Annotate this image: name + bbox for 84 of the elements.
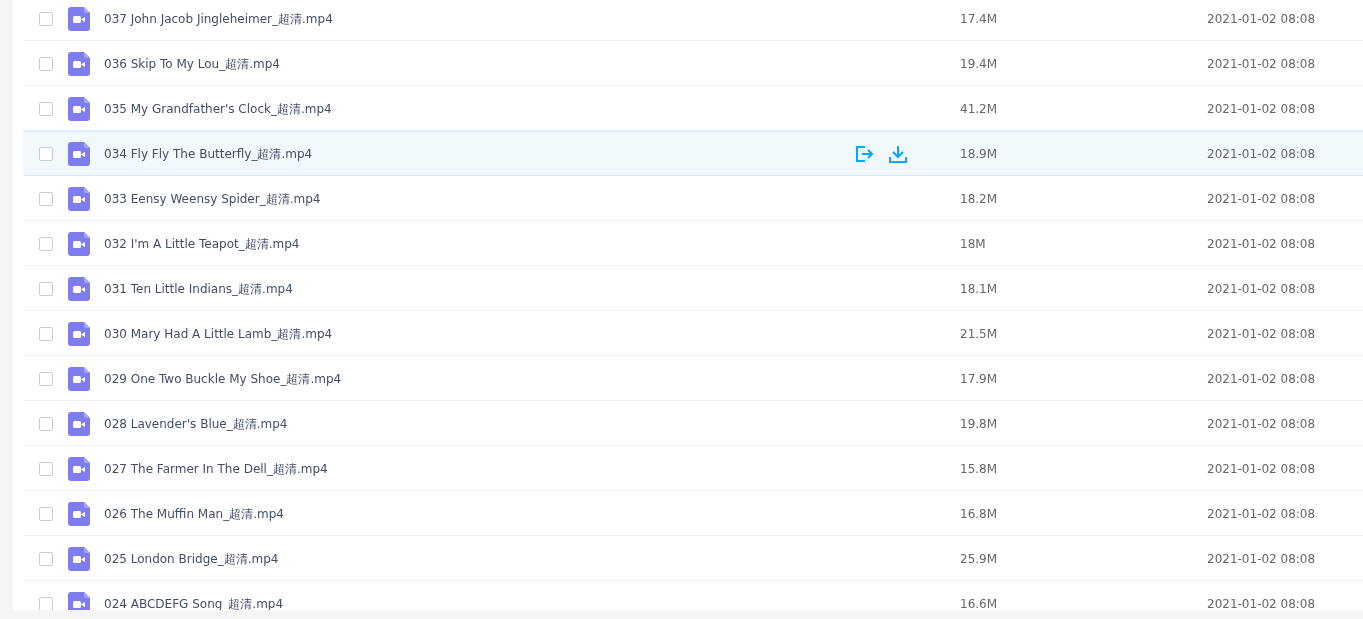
- file-size: 21.5M: [960, 325, 999, 343]
- file-name[interactable]: 034 Fly Fly The Butterfly_超清.mp4: [104, 144, 854, 163]
- file-size: 18.9M: [960, 145, 999, 163]
- video-file-icon: [68, 186, 90, 211]
- video-file-icon: [68, 321, 90, 346]
- checkbox[interactable]: [39, 191, 53, 206]
- file-size: 16.8M: [960, 505, 999, 523]
- file-row[interactable]: 025 London Bridge_超清.mp4 25.9M 2021-01-02 08:08: [23, 536, 1363, 581]
- checkbox[interactable]: [39, 56, 53, 71]
- file-row[interactable]: 033 Eensy Weensy Spider_超清.mp4 18.2M 2021-01-02 08:08: [23, 176, 1363, 221]
- checkbox[interactable]: [39, 506, 53, 521]
- video-file-icon: [68, 501, 90, 526]
- file-row[interactable]: 034 Fly Fly The Butterfly_超清.mp4 18.9M 2021-01-02 08:08: [23, 131, 1363, 176]
- file-name[interactable]: 026 The Muffin Man_超清.mp4: [104, 504, 854, 523]
- video-file-icon: [68, 546, 90, 571]
- file-row[interactable]: 030 Mary Had A Little Lamb_超清.mp4 21.5M 2021-01-02 08:08: [23, 311, 1363, 356]
- file-size: 15.8M: [960, 460, 999, 478]
- file-name[interactable]: 028 Lavender's Blue_超清.mp4: [104, 414, 854, 433]
- checkbox[interactable]: [39, 281, 53, 296]
- checkbox[interactable]: [39, 416, 53, 431]
- file-row[interactable]: 036 Skip To My Lou_超清.mp4 19.4M 2021-01-02 08:08: [23, 41, 1363, 86]
- modified-date: 2021-01-02 08:08: [1207, 235, 1316, 253]
- modified-date: 2021-01-02 08:08: [1207, 55, 1316, 73]
- video-file-icon: [68, 456, 90, 481]
- file-size: 18.2M: [960, 190, 999, 208]
- file-size: 18.1M: [960, 280, 999, 298]
- file-size: 18M: [960, 235, 987, 253]
- checkbox[interactable]: [39, 461, 53, 476]
- modified-date: 2021-01-02 08:08: [1207, 595, 1316, 610]
- modified-date: 2021-01-02 08:08: [1207, 100, 1316, 118]
- checkbox[interactable]: [39, 236, 53, 251]
- file-size: 25.9M: [960, 550, 999, 568]
- file-size: 17.4M: [960, 10, 999, 28]
- video-file-icon: [68, 51, 90, 76]
- modified-date: 2021-01-02 08:08: [1207, 550, 1316, 568]
- modified-date: 2021-01-02 08:08: [1207, 280, 1316, 298]
- checkbox[interactable]: [39, 551, 53, 566]
- file-row[interactable]: 026 The Muffin Man_超清.mp4 16.8M 2021-01-02 08:08: [23, 491, 1363, 536]
- modified-date: 2021-01-02 08:08: [1207, 10, 1316, 28]
- file-row[interactable]: 024 ABCDEFG Song_超清.mp4 16.6M 2021-01-02 08:08: [23, 581, 1363, 610]
- file-row[interactable]: 032 I'm A Little Teapot_超清.mp4 18M 2021-01-02 08:08: [23, 221, 1363, 266]
- file-size: 41.2M: [960, 100, 999, 118]
- file-size: 19.8M: [960, 415, 999, 433]
- modified-date: 2021-01-02 08:08: [1207, 370, 1316, 388]
- video-file-icon: [68, 411, 90, 436]
- checkbox[interactable]: [39, 11, 53, 26]
- modified-date: 2021-01-02 08:08: [1207, 460, 1316, 478]
- file-row[interactable]: 027 The Farmer In The Dell_超清.mp4 15.8M 2021-01-02 08:08: [23, 446, 1363, 491]
- file-name[interactable]: 031 Ten Little Indians_超清.mp4: [104, 279, 854, 298]
- video-file-icon: [68, 141, 90, 166]
- video-file-icon: [68, 231, 90, 256]
- video-file-icon: [68, 276, 90, 301]
- modified-date: 2021-01-02 08:08: [1207, 145, 1316, 163]
- file-name[interactable]: 029 One Two Buckle My Shoe_超清.mp4: [104, 369, 854, 388]
- share-icon[interactable]: [854, 143, 874, 164]
- file-name[interactable]: 032 I'm A Little Teapot_超清.mp4: [104, 234, 854, 253]
- file-row[interactable]: 037 John Jacob Jingleheimer_超清.mp4 17.4M 2021-01-02 08:08: [23, 0, 1363, 41]
- modified-date: 2021-01-02 08:08: [1207, 415, 1316, 433]
- file-name[interactable]: 030 Mary Had A Little Lamb_超清.mp4: [104, 324, 854, 343]
- file-name[interactable]: 033 Eensy Weensy Spider_超清.mp4: [104, 189, 854, 208]
- file-row[interactable]: 029 One Two Buckle My Shoe_超清.mp4 17.9M 2021-01-02 08:08: [23, 356, 1363, 401]
- video-file-icon: [68, 366, 90, 391]
- checkbox[interactable]: [39, 146, 53, 161]
- file-name[interactable]: 035 My Grandfather's Clock_超清.mp4: [104, 99, 854, 118]
- modified-date: 2021-01-02 08:08: [1207, 505, 1316, 523]
- video-file-icon: [68, 6, 90, 31]
- file-name[interactable]: 024 ABCDEFG Song_超清.mp4: [104, 594, 854, 610]
- checkbox[interactable]: [39, 101, 53, 116]
- file-name[interactable]: 025 London Bridge_超清.mp4: [104, 549, 854, 568]
- modified-date: 2021-01-02 08:08: [1207, 325, 1316, 343]
- download-icon[interactable]: [888, 143, 908, 164]
- file-row[interactable]: 031 Ten Little Indians_超清.mp4 18.1M 2021-01-02 08:08: [23, 266, 1363, 311]
- video-file-icon: [68, 96, 90, 121]
- checkbox[interactable]: [39, 326, 53, 341]
- file-name[interactable]: 037 John Jacob Jingleheimer_超清.mp4: [104, 9, 854, 28]
- checkbox[interactable]: [39, 371, 53, 386]
- file-size: 16.6M: [960, 595, 999, 610]
- modified-date: 2021-01-02 08:08: [1207, 190, 1316, 208]
- file-size: 19.4M: [960, 55, 999, 73]
- file-size: 17.9M: [960, 370, 999, 388]
- file-name[interactable]: 027 The Farmer In The Dell_超清.mp4: [104, 459, 854, 478]
- file-name[interactable]: 036 Skip To My Lou_超清.mp4: [104, 54, 854, 73]
- checkbox[interactable]: [39, 596, 53, 610]
- file-row[interactable]: 028 Lavender's Blue_超清.mp4 19.8M 2021-01-02 08:08: [23, 401, 1363, 446]
